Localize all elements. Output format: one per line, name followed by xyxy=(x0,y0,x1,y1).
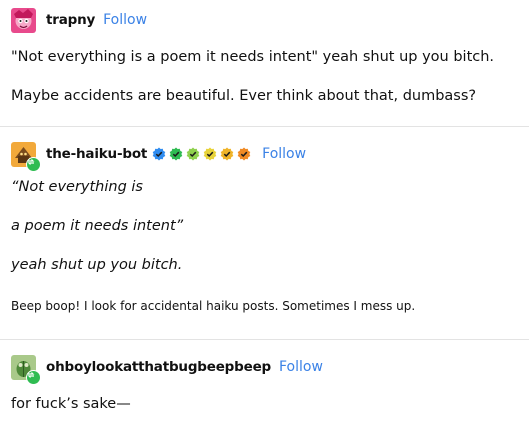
follow-button[interactable]: Follow xyxy=(103,12,147,28)
blue-check-badge xyxy=(152,147,166,161)
post-paragraph: for fuck’s sake— xyxy=(11,396,131,412)
avatar[interactable] xyxy=(11,354,41,385)
badge-row xyxy=(152,147,254,161)
post-paragraph: Maybe accidents are beautiful. Ever thin… xyxy=(11,88,477,104)
post-header: the-haiku-bot Follow xyxy=(11,127,519,172)
haiku-line: “Not everything is xyxy=(11,179,143,195)
follow-button[interactable]: Follow xyxy=(262,146,306,162)
post-header: trapny Follow xyxy=(11,0,519,33)
username[interactable]: trapny xyxy=(46,12,95,28)
reblog-icon xyxy=(26,369,41,385)
post-trapny: trapny Follow "Not everything is a poem … xyxy=(0,0,529,126)
bot-footnote: Beep boop! I look for accidental haiku p… xyxy=(11,299,416,313)
post-ohboylookatthatbugbeepbeep: ohboylookatthatbugbeepbeep Follow for fu… xyxy=(0,339,529,414)
username[interactable]: ohboylookatthatbugbeepbeep xyxy=(46,359,271,375)
haiku-line: a poem it needs intent” xyxy=(11,218,184,234)
post-paragraph: "Not everything is a poem it needs inten… xyxy=(11,49,495,65)
yellow-check-badge xyxy=(203,147,217,161)
reblog-icon xyxy=(26,156,41,172)
follow-button[interactable]: Follow xyxy=(279,359,323,375)
post-the-haiku-bot: the-haiku-bot Follow “Not everything is … xyxy=(0,126,529,339)
avatar[interactable] xyxy=(11,7,36,33)
avatar[interactable] xyxy=(11,141,41,172)
lime-check-badge xyxy=(186,147,200,161)
pink-character-avatar-icon xyxy=(11,7,36,33)
green-check-badge xyxy=(169,147,183,161)
orange-check-badge xyxy=(237,147,251,161)
post-header: ohboylookatthatbugbeepbeep Follow xyxy=(11,340,519,385)
haiku-line: yeah shut up you bitch. xyxy=(11,257,183,273)
gold-check-badge xyxy=(220,147,234,161)
username[interactable]: the-haiku-bot xyxy=(46,146,147,162)
